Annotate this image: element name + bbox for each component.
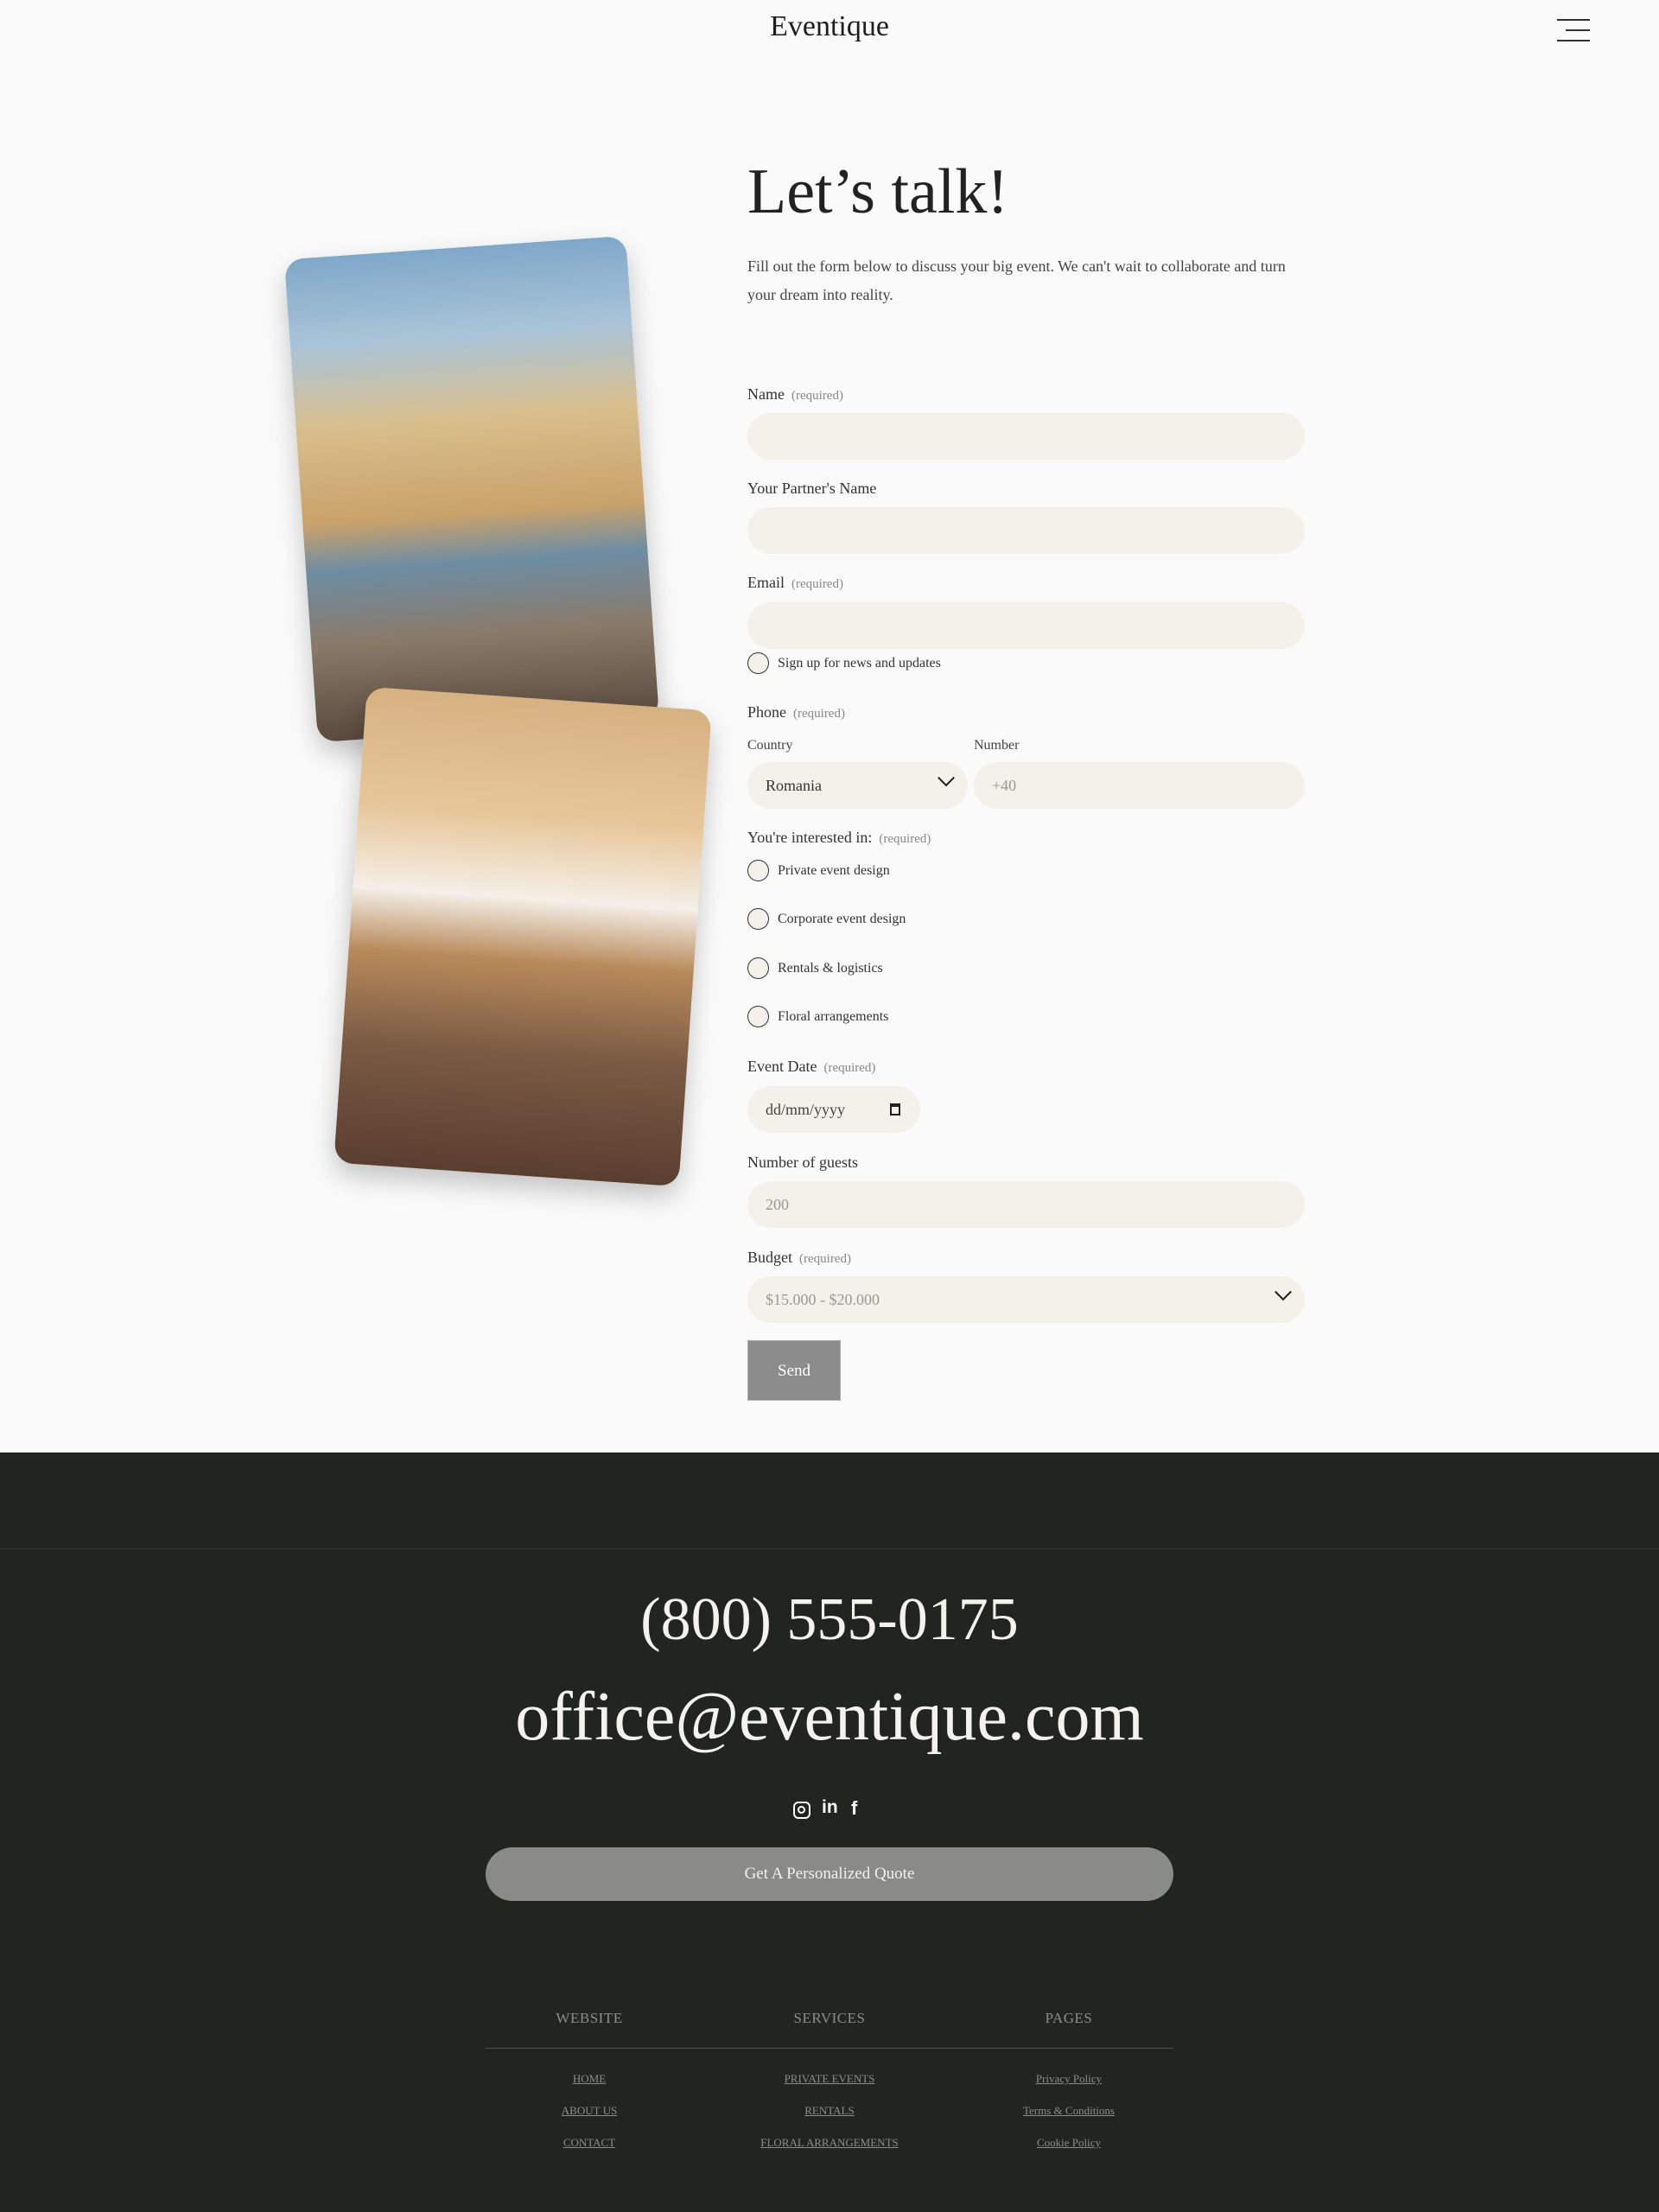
intro-text: Fill out the form below to discuss your … (747, 257, 1286, 303)
checkbox-circle[interactable] (747, 908, 769, 930)
footer-link-rentals[interactable]: RENTALS (700, 2104, 959, 2118)
get-quote-button[interactable]: Get A Personalized Quote (486, 1847, 1173, 1901)
footer-link-cookies[interactable]: Cookie Policy (939, 2136, 1198, 2150)
site-logo[interactable]: Eventique (0, 10, 1659, 43)
footer-email[interactable]: office@eventique.com (0, 1678, 1659, 1757)
newsletter-checkbox[interactable]: Sign up for news and updates (747, 652, 941, 674)
footer-link-about[interactable]: ABOUT US (460, 2104, 719, 2118)
facebook-icon[interactable]: f (851, 1797, 857, 1820)
country-label: Country (747, 738, 793, 753)
footer-columns-divider (486, 2048, 1173, 2049)
checkbox-circle[interactable] (747, 957, 769, 979)
interest-option[interactable]: Floral arrangements (747, 1006, 888, 1027)
partner-name-input[interactable] (747, 507, 1305, 554)
page-title: Let’s talk! (747, 156, 1009, 227)
footer (0, 1452, 1659, 2212)
country-select[interactable]: Romania (747, 762, 968, 809)
checkbox-circle[interactable] (747, 860, 769, 881)
phone-label: Phone (required) (747, 703, 845, 721)
footer-phone[interactable]: (800) 555-0175 (0, 1586, 1659, 1655)
footer-column-title: PAGES (1045, 2010, 1093, 2026)
phone-number-input[interactable]: +40 (974, 762, 1305, 809)
footer-divider (0, 1548, 1659, 1549)
footer-link-floral[interactable]: FLORAL ARRANGEMENTS (700, 2136, 959, 2150)
linkedin-icon[interactable]: in (822, 1797, 838, 1818)
calendar-icon[interactable] (890, 1103, 900, 1116)
event-photo-reception-table (334, 686, 712, 1187)
budget-label: Budget (required) (747, 1249, 851, 1266)
send-button[interactable]: Send (747, 1340, 841, 1401)
number-label: Number (974, 738, 1020, 753)
footer-column-title: SERVICES (793, 2010, 866, 2026)
footer-link-private-events[interactable]: PRIVATE EVENTS (700, 2072, 959, 2086)
interest-label: You're interested in: (required) (747, 829, 931, 846)
checkbox-circle[interactable] (747, 652, 769, 674)
footer-link-home[interactable]: HOME (460, 2072, 719, 2086)
email-label: Email (required) (747, 574, 843, 591)
footer-column-title: WEBSITE (556, 2010, 623, 2026)
partner-name-label: Your Partner's Name (747, 480, 877, 497)
event-photo-pampas-beach (283, 235, 660, 743)
budget-select[interactable]: $15.000 - $20.000 (747, 1276, 1305, 1323)
guests-input[interactable]: 200 (747, 1181, 1305, 1228)
instagram-icon[interactable] (793, 1802, 810, 1819)
event-date-input[interactable]: dd/mm/yyyy (747, 1086, 920, 1133)
name-label: Name (required) (747, 385, 843, 403)
event-date-label: Event Date (required) (747, 1058, 876, 1075)
checkbox-circle[interactable] (747, 1006, 769, 1027)
hamburger-icon[interactable] (1555, 19, 1590, 43)
name-input[interactable] (747, 413, 1305, 460)
footer-link-contact[interactable]: CONTACT (460, 2136, 719, 2150)
email-input[interactable] (747, 602, 1305, 649)
guests-label: Number of guests (747, 1154, 858, 1171)
footer-link-terms[interactable]: Terms & Conditions (939, 2104, 1198, 2118)
interest-option[interactable]: Private event design (747, 860, 890, 881)
footer-link-privacy[interactable]: Privacy Policy (939, 2072, 1198, 2086)
interest-option[interactable]: Rentals & logistics (747, 957, 883, 979)
interest-option[interactable]: Corporate event design (747, 908, 906, 930)
